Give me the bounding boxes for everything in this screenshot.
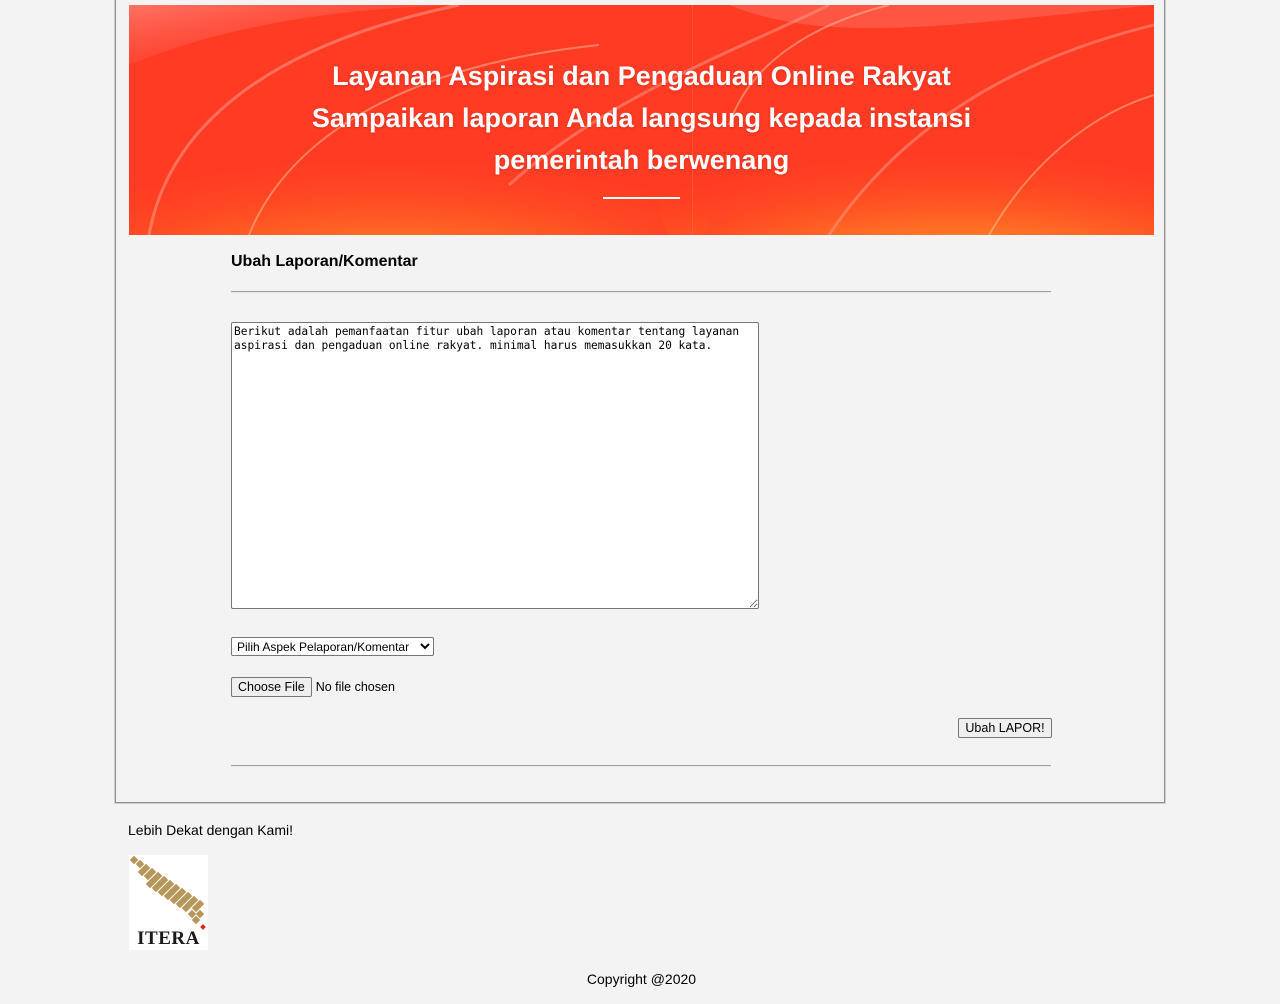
divider-bottom [231, 765, 1051, 767]
file-status-text: No file chosen [315, 680, 395, 694]
footer-tagline: Lebih Dekat dengan Kami! [128, 822, 293, 838]
banner-headline: Layanan Aspirasi dan Pengaduan Online Ra… [129, 55, 1154, 181]
banner-divider [603, 197, 680, 199]
file-upload: Choose File No file chosen [231, 677, 395, 697]
aspect-select[interactable]: Pilih Aspek Pelaporan/Komentar [231, 637, 434, 656]
itera-logo-icon [129, 855, 206, 930]
choose-file-button[interactable]: Choose File [231, 677, 312, 697]
itera-logo: ITERA [129, 855, 208, 950]
banner-line-1: Layanan Aspirasi dan Pengaduan Online Ra… [332, 61, 951, 91]
copyright-text: Copyright @2020 [586, 971, 697, 987]
banner-line-3: pemerintah berwenang [493, 145, 790, 175]
page: Layanan Aspirasi dan Pengaduan Online Ra… [0, 0, 1280, 1004]
report-textarea[interactable]: Berikut adalah pemanfaatan fitur ubah la… [231, 322, 759, 609]
itera-logo-text: ITERA [137, 928, 200, 949]
submit-button[interactable]: Ubah LAPOR! [958, 718, 1052, 738]
banner-line-2: Sampaikan laporan Anda langsung kepada i… [311, 103, 972, 133]
form-title: Ubah Laporan/Komentar [231, 253, 418, 270]
hero-banner: Layanan Aspirasi dan Pengaduan Online Ra… [129, 5, 1154, 235]
divider-top [231, 291, 1051, 293]
